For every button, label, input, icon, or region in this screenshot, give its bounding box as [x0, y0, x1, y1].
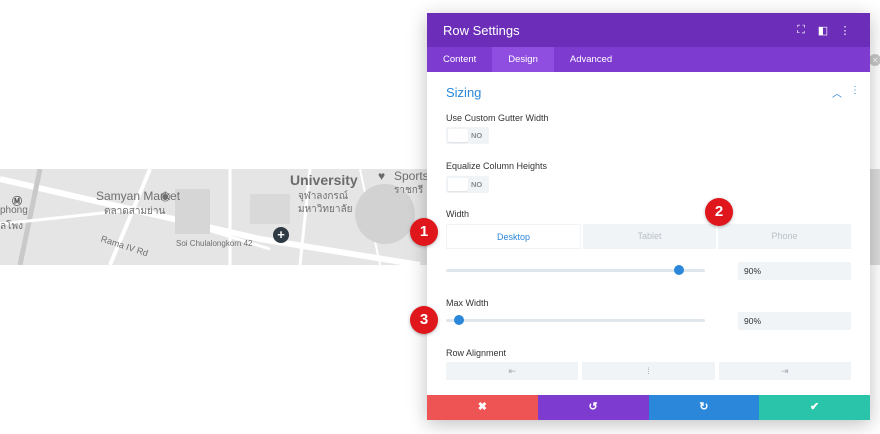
map-label-sports-thai: ราชกรี: [394, 185, 424, 196]
max-width-slider-handle[interactable]: [453, 315, 464, 325]
align-right-icon[interactable]: ⇥: [718, 362, 851, 380]
align-center-icon[interactable]: ⁞: [582, 362, 715, 380]
max-width-label: Max Width: [446, 298, 489, 308]
equalize-heights-toggle[interactable]: NO: [446, 176, 489, 193]
map-pin-icon: ♥: [378, 169, 386, 183]
sizing-section-header[interactable]: Sizing ︿ ⋮: [427, 72, 870, 112]
close-icon[interactable]: ×: [869, 54, 880, 66]
tab-advanced[interactable]: Advanced: [554, 47, 628, 72]
more-icon[interactable]: ⋮: [834, 24, 856, 37]
map-label-sports: Sports: [394, 169, 429, 183]
map-label-university: University: [290, 172, 358, 188]
gutter-width-label: Use Custom Gutter Width: [446, 113, 549, 123]
tab-phone[interactable]: Phone: [718, 224, 851, 249]
save-button[interactable]: ✔: [759, 395, 870, 420]
modal-tabs: Content Design Advanced: [427, 47, 870, 72]
cancel-button[interactable]: ✖: [427, 395, 538, 420]
map-label-phong-thai: ลโพง: [0, 221, 23, 232]
shop-pin-icon: ◉: [160, 189, 171, 203]
tab-desktop[interactable]: Desktop: [446, 224, 581, 249]
map-marker-icon: Ⓜ: [12, 197, 22, 208]
tab-tablet[interactable]: Tablet: [583, 224, 716, 249]
modal-footer: ✖ ↺ ↻ ✔: [427, 395, 870, 420]
device-tabs: Desktop Tablet Phone: [446, 224, 851, 249]
width-slider-handle[interactable]: [674, 265, 685, 275]
section-more-icon[interactable]: ⋮: [850, 85, 860, 100]
width-label: Width: [446, 209, 470, 219]
toggle-state: NO: [471, 131, 483, 140]
max-width-slider[interactable]: [446, 315, 705, 325]
width-slider[interactable]: [446, 265, 705, 275]
max-width-value-field[interactable]: 90%: [738, 312, 851, 330]
step-marker-1: 1: [410, 218, 438, 246]
tab-design[interactable]: Design: [492, 47, 554, 72]
section-title: Sizing: [446, 84, 482, 100]
row-alignment-options: ⇤ ⁞ ⇥: [446, 362, 851, 380]
modal-title: Row Settings: [443, 22, 520, 38]
equalize-heights-label: Equalize Column Heights: [446, 161, 548, 171]
add-row-icon[interactable]: +: [273, 227, 289, 243]
modal-header: Row Settings ⛶ ◧ ⋮: [427, 13, 870, 47]
toggle-knob: [448, 178, 468, 191]
step-marker-2: 2: [705, 198, 733, 226]
width-value-field[interactable]: 90%: [738, 262, 851, 280]
undo-button[interactable]: ↺: [537, 395, 649, 420]
map-label-soi: Soi Chulalongkorn 42: [176, 239, 253, 248]
gutter-width-toggle[interactable]: NO: [446, 127, 489, 144]
step-marker-3: 3: [410, 306, 438, 334]
redo-button[interactable]: ↻: [648, 395, 760, 420]
toggle-knob: [448, 129, 468, 142]
columns-icon[interactable]: ◧: [812, 24, 834, 37]
toggle-state: NO: [471, 180, 483, 189]
row-settings-modal: Row Settings ⛶ ◧ ⋮ Content Design Advanc…: [427, 13, 870, 420]
row-alignment-label: Row Alignment: [446, 348, 507, 358]
collapse-icon[interactable]: ︿: [832, 85, 842, 100]
expand-icon[interactable]: ⛶: [790, 24, 812, 37]
tab-content[interactable]: Content: [427, 47, 492, 72]
map-label-university-thai-2: มหาวิทยาลัย: [298, 204, 353, 215]
align-left-icon[interactable]: ⇤: [446, 362, 579, 380]
map-label-samyan-thai: ตลาดสามย่าน: [104, 206, 166, 217]
